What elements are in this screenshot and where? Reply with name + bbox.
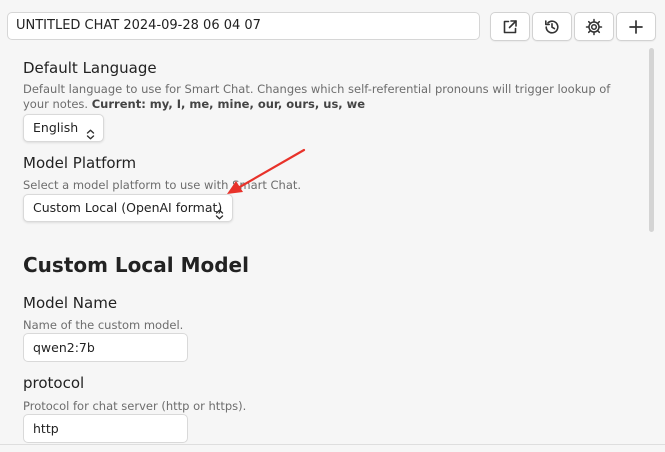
chevron-up-down-icon bbox=[215, 203, 224, 229]
default-language-value: English bbox=[33, 120, 79, 135]
open-external-button[interactable] bbox=[490, 12, 530, 41]
protocol-label: protocol bbox=[23, 374, 85, 392]
model-name-label: Model Name bbox=[23, 294, 118, 312]
scrollbar[interactable] bbox=[648, 48, 656, 444]
history-icon bbox=[543, 18, 561, 36]
default-language-label: Default Language bbox=[23, 59, 157, 77]
gear-icon bbox=[585, 18, 603, 36]
chevron-up-down-icon bbox=[86, 123, 95, 149]
settings-button[interactable] bbox=[574, 12, 614, 41]
section-heading: Custom Local Model bbox=[23, 253, 249, 277]
current-pronouns: Current: my, I, me, mine, our, ours, us,… bbox=[91, 97, 366, 111]
default-language-select[interactable]: English bbox=[23, 114, 104, 142]
model-platform-description: Select a model platform to use with Smar… bbox=[23, 178, 302, 192]
chat-title-input[interactable]: UNTITLED CHAT 2024-09-28 06 04 07 bbox=[7, 12, 480, 40]
model-name-description: Name of the custom model. bbox=[23, 318, 184, 332]
chat-header: UNTITLED CHAT 2024-09-28 06 04 07 bbox=[0, 0, 665, 48]
model-name-input[interactable]: qwen2:7b bbox=[23, 333, 188, 362]
default-language-description: Default language to use for Smart Chat. … bbox=[23, 82, 613, 112]
settings-panel: Default Language Default language to use… bbox=[0, 48, 648, 444]
plus-icon bbox=[628, 19, 644, 35]
model-platform-label: Model Platform bbox=[23, 154, 137, 172]
model-platform-select[interactable]: Custom Local (OpenAI format) bbox=[23, 194, 233, 222]
chat-history-button[interactable] bbox=[532, 12, 572, 41]
external-link-icon bbox=[501, 18, 519, 36]
model-platform-value: Custom Local (OpenAI format) bbox=[33, 200, 223, 215]
new-chat-button[interactable] bbox=[616, 12, 656, 41]
protocol-input[interactable]: http bbox=[23, 414, 188, 443]
protocol-description: Protocol for chat server (http or https)… bbox=[23, 399, 247, 413]
scrollbar-thumb[interactable] bbox=[649, 48, 654, 232]
